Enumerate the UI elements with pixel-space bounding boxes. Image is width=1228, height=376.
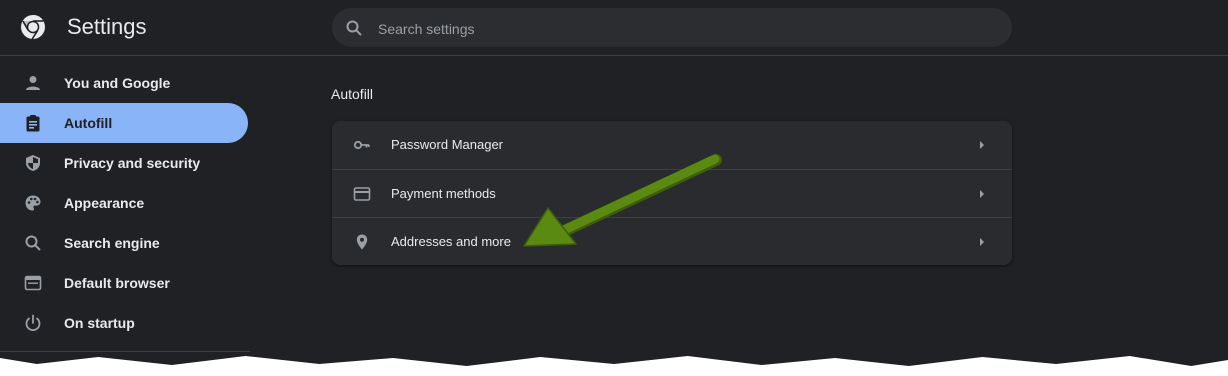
shield-icon	[26, 155, 40, 171]
clipboard-icon	[26, 115, 40, 132]
settings-window: Settings You and Google A	[0, 0, 1228, 366]
chevron-right-icon	[980, 238, 984, 246]
search-box[interactable]	[332, 8, 1012, 49]
sidebar-item-label: Autofill	[64, 115, 113, 131]
sidebar-item-label: Appearance	[64, 195, 145, 211]
palette-icon	[25, 195, 41, 211]
sidebar-item-default-browser[interactable]: Default browser	[0, 263, 248, 303]
sidebar-item-you-and-google[interactable]: You and Google	[0, 63, 248, 103]
sidebar-item-autofill[interactable]: Autofill	[0, 103, 248, 143]
sidebar-item-on-startup[interactable]: On startup	[0, 303, 248, 343]
sidebar-item-search-engine[interactable]: Search engine	[0, 223, 248, 263]
credit-card-icon	[353, 187, 371, 201]
sidebar-divider	[0, 351, 250, 352]
sidebar-item-privacy-and-security[interactable]: Privacy and security	[0, 143, 248, 183]
sidebar-item-appearance[interactable]: Appearance	[0, 183, 248, 223]
top-bar: Settings	[0, 0, 1228, 56]
key-icon	[353, 140, 370, 150]
location-pin-icon	[356, 234, 368, 250]
row-label: Addresses and more	[391, 234, 511, 249]
row-label: Payment methods	[391, 186, 496, 201]
chrome-logo-icon	[21, 14, 45, 40]
password-manager-row[interactable]: Password Manager	[332, 121, 1012, 169]
chevron-right-icon	[980, 190, 984, 198]
search-icon	[25, 235, 41, 251]
chevron-right-icon	[980, 141, 984, 149]
power-icon	[25, 314, 41, 332]
browser-window-icon	[24, 275, 42, 291]
autofill-card: Password Manager Payment methods Address…	[332, 121, 1012, 265]
person-icon	[26, 76, 40, 90]
sidebar-item-label: Privacy and security	[64, 155, 201, 171]
section-title: Autofill	[331, 86, 374, 102]
sidebar-item-label: Search engine	[64, 235, 160, 251]
sidebar-item-label: Default browser	[64, 275, 170, 291]
addresses-and-more-row[interactable]: Addresses and more	[332, 217, 1012, 265]
search-icon	[346, 20, 362, 36]
row-label: Password Manager	[391, 137, 503, 152]
app-title: Settings	[67, 14, 147, 39]
sidebar: You and Google Autofill Privacy and secu…	[0, 63, 250, 343]
search-input[interactable]	[376, 8, 980, 49]
sidebar-item-label: On startup	[64, 315, 135, 331]
sidebar-item-label: You and Google	[64, 75, 171, 91]
payment-methods-row[interactable]: Payment methods	[332, 169, 1012, 217]
